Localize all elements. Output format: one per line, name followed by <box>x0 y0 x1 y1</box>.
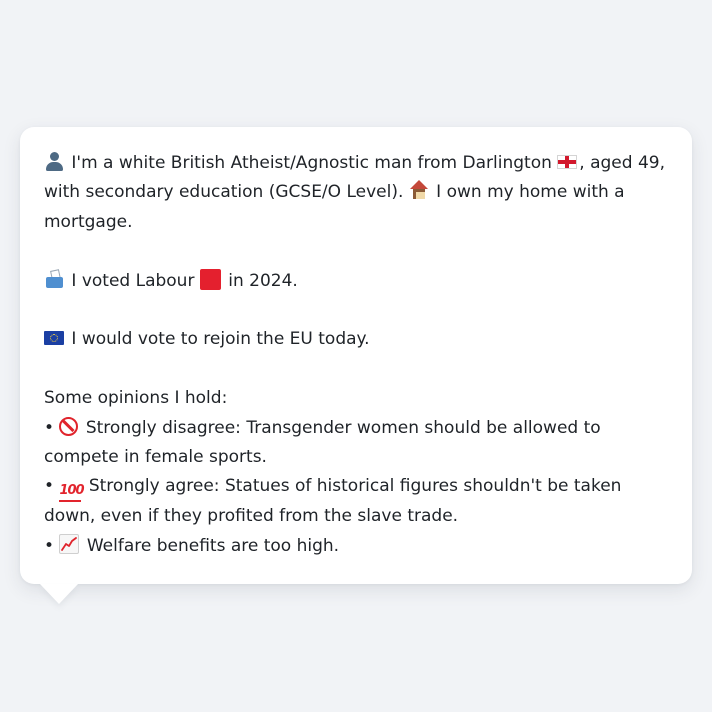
prohibited-icon <box>59 416 79 436</box>
chart-increasing-icon <box>59 533 80 554</box>
opinions-heading: Some opinions I hold: <box>44 388 228 409</box>
intro-text-1: I'm a white British Atheist/Agnostic man… <box>71 153 552 173</box>
opinion-item: • Welfare benefits are too high. <box>44 532 668 561</box>
eu-text: I would vote to rejoin the EU today. <box>71 329 370 350</box>
intro-paragraph: I'm a white British Atheist/Agnostic man… <box>44 149 668 237</box>
opinion-text: Strongly disagree: Transgender women sho… <box>44 417 601 468</box>
england-flag-icon <box>557 155 578 169</box>
opinion-item: • Strongly disagree: Transgender women s… <box>44 414 668 473</box>
vote-text-2: in 2024. <box>228 270 298 291</box>
bullet: • <box>44 535 55 556</box>
opinion-text: Welfare benefits are too high. <box>86 535 340 556</box>
vote-text-1: I voted Labour <box>71 270 195 291</box>
opinion-text: Strongly agree: Statues of historical fi… <box>44 476 622 527</box>
vote-paragraph: I voted Labour in 2024. <box>44 267 668 296</box>
eu-paragraph: I would vote to rejoin the EU today. <box>44 325 668 354</box>
red-square-icon <box>199 268 221 290</box>
opinion-item: • 100 Strongly agree: Statues of histori… <box>44 472 668 531</box>
bullet: • <box>44 476 55 497</box>
house-icon <box>409 180 429 200</box>
bubble-tail <box>40 584 78 604</box>
ballot-box-icon <box>44 269 64 289</box>
persona-message-bubble: I'm a white British Atheist/Agnostic man… <box>20 127 692 584</box>
eu-flag-icon <box>44 331 64 346</box>
hundred-points-icon: 100 <box>59 482 85 503</box>
bullet: • <box>44 417 55 438</box>
bust-in-silhouette-icon <box>44 151 64 171</box>
